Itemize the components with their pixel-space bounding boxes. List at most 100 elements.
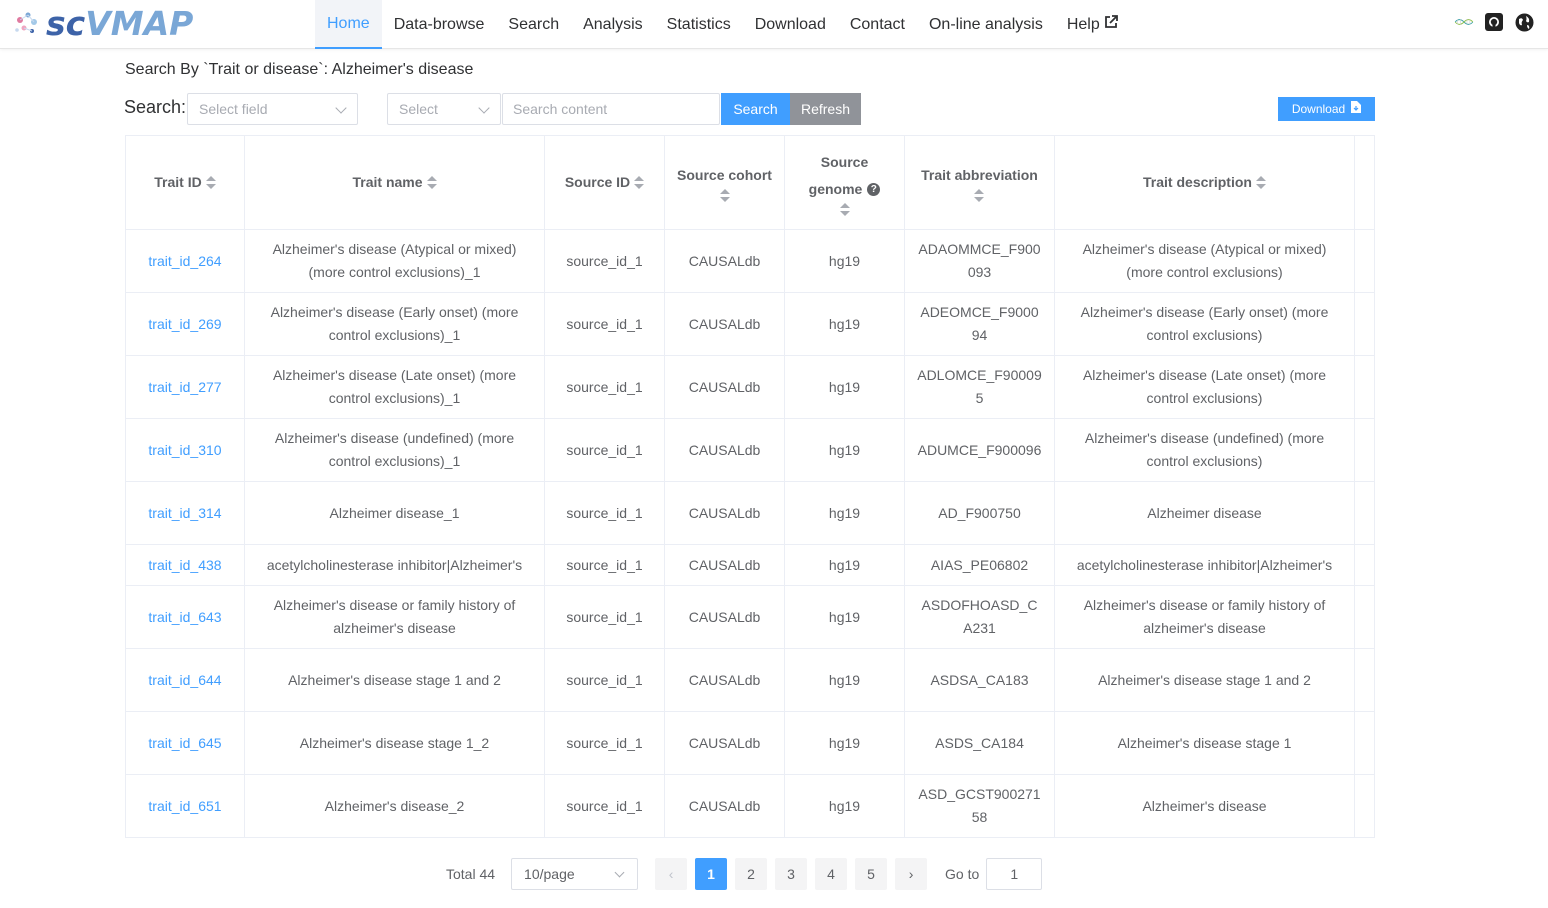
cell-source-cohort-text: CAUSALdb [688,504,761,521]
header-source-cohort[interactable]: Source cohort [665,136,785,229]
goto-page-input[interactable]: 1 [986,858,1043,890]
cell-trait-description-text: Alzheimer's disease [1142,797,1267,814]
cell-trait-description: Alzheimer's disease stage 1 [1055,712,1355,774]
help-question-icon[interactable]: ? [867,183,881,197]
cell-trait-name-text: Alzheimer's disease or family history of… [273,597,516,636]
cell-source-id: source_id_1 [545,482,665,544]
search-label: Search: [124,97,187,117]
page-button-2[interactable]: 2 [735,858,768,890]
nav-search[interactable]: Search [496,0,571,49]
refresh-button[interactable]: Refresh [790,93,861,125]
cell-overflow [1355,419,1374,481]
cell-source-genome-text: hg19 [828,441,861,458]
sort-icon[interactable] [205,175,216,190]
cell-trait-name-text: acetylcholinesterase inhibitor|Alzheimer… [266,556,523,573]
trait-id-link[interactable]: trait_id_310 [148,439,221,462]
sort-icon[interactable] [426,175,437,190]
cell-trait-id: trait_id_269 [126,293,245,355]
page-button-4[interactable]: 4 [815,858,848,890]
page-button-5[interactable]: 5 [855,858,888,890]
cell-source-genome: hg19 [785,649,905,711]
cell-source-id: source_id_1 [545,712,665,774]
search-content-input[interactable]: Search content [502,93,720,125]
trait-id-link[interactable]: trait_id_651 [148,795,221,818]
table-row: trait_id_314 Alzheimer disease_1 source_id… [126,482,1374,545]
header-source-id[interactable]: Source ID [545,136,665,229]
prev-page-button[interactable]: ‹ [655,858,688,890]
trait-id-link[interactable]: trait_id_644 [148,669,221,692]
page-button-1[interactable]: 1 [695,858,728,890]
trait-id-link[interactable]: trait_id_438 [148,554,221,577]
sort-icon[interactable] [839,202,850,217]
search-button[interactable]: Search [721,93,790,125]
header-trait-abbreviation[interactable]: Trait abbreviation [905,136,1055,229]
sort-icon[interactable] [634,175,645,190]
chevron-down-icon [335,102,347,114]
table-row: trait_id_651 Alzheimer's disease_2 source_… [126,775,1374,838]
trait-id-link[interactable]: trait_id_264 [148,250,221,273]
trait-id-link[interactable]: trait_id_645 [148,732,221,755]
cell-source-id-text: source_id_1 [566,734,643,751]
field-select[interactable]: Select field [187,93,358,125]
trait-id-link[interactable]: trait_id_643 [148,606,221,629]
trait-id-link[interactable]: trait_id_277 [148,376,221,399]
cell-source-cohort: CAUSALdb [665,230,785,292]
cell-source-genome-text: hg19 [828,378,861,395]
header-trait-id[interactable]: Trait ID [126,136,245,229]
cell-source-cohort-text: CAUSALdb [688,734,761,751]
cell-source-genome-text: hg19 [828,504,861,521]
header-trait-name[interactable]: Trait name [245,136,545,229]
cell-trait-name-text: Alzheimer's disease_2 [324,797,465,814]
header-trait-abbreviation-label: Trait abbreviation [921,167,1038,183]
download-button[interactable]: Download [1278,97,1375,121]
nav-online-analysis[interactable]: On-line analysis [917,0,1055,49]
github-icon[interactable] [1484,12,1504,32]
nav-data-browse[interactable]: Data-browse [382,0,497,49]
header-trait-description[interactable]: Trait description [1055,136,1355,229]
header-source-genome[interactable]: Source genome? [785,136,905,229]
nav-contact[interactable]: Contact [838,0,917,49]
table-header-row: Trait ID Trait name Source ID Source coh… [126,136,1374,230]
sort-icon[interactable] [719,189,730,203]
trait-id-link[interactable]: trait_id_314 [148,502,221,525]
cell-overflow [1355,775,1374,837]
page-button-3[interactable]: 3 [775,858,808,890]
cell-source-id-text: source_id_1 [566,797,643,814]
nav-download[interactable]: Download [743,0,838,49]
cell-trait-id: trait_id_277 [126,356,245,418]
next-page-button[interactable]: › [895,858,928,890]
cell-trait-abbreviation-text: ADEOMCE_F900094 [920,304,1039,343]
cell-trait-id: trait_id_264 [126,230,245,292]
cell-overflow [1355,293,1374,355]
page-size-value: 10/page [524,866,575,882]
trait-id-link[interactable]: trait_id_269 [148,313,221,336]
dna-icon[interactable] [1454,12,1474,32]
cell-trait-abbreviation: ADLOMCE_F900095 [905,356,1055,418]
top-navbar: scVMAP Home Data-browse Search Analysis … [0,0,1548,49]
cell-source-id: source_id_1 [545,775,665,837]
sort-icon[interactable] [1255,175,1266,190]
cell-source-id-text: source_id_1 [566,441,643,458]
page-size-select[interactable]: 10/page [511,858,639,890]
cell-overflow [1355,230,1374,292]
nav-help[interactable]: Help [1055,0,1130,49]
cell-trait-description: Alzheimer's disease [1055,775,1355,837]
cell-trait-abbreviation: ASD_GCST90027158 [905,775,1055,837]
cell-source-id: source_id_1 [545,649,665,711]
cell-trait-name: Alzheimer's disease (Late onset) (more c… [245,356,545,418]
operator-select[interactable]: Select [387,93,501,125]
site-logo[interactable]: scVMAP [10,4,193,44]
cell-trait-description: Alzheimer's disease (undefined) (more co… [1055,419,1355,481]
sort-icon[interactable] [974,189,985,203]
nav-statistics[interactable]: Statistics [655,0,743,49]
cell-trait-abbreviation: ADEOMCE_F900094 [905,293,1055,355]
cell-trait-description: Alzheimer's disease stage 1 and 2 [1055,649,1355,711]
nav-analysis[interactable]: Analysis [571,0,655,49]
cell-source-cohort-text: CAUSALdb [688,556,761,573]
logo-vmap: VMAP [85,4,194,43]
search-title: Search By `Trait or disease`: Alzheimer'… [125,61,474,78]
cell-source-genome-text: hg19 [828,556,861,573]
cell-source-genome: hg19 [785,482,905,544]
nav-home[interactable]: Home [315,0,382,49]
globe-icon[interactable] [1514,12,1534,32]
